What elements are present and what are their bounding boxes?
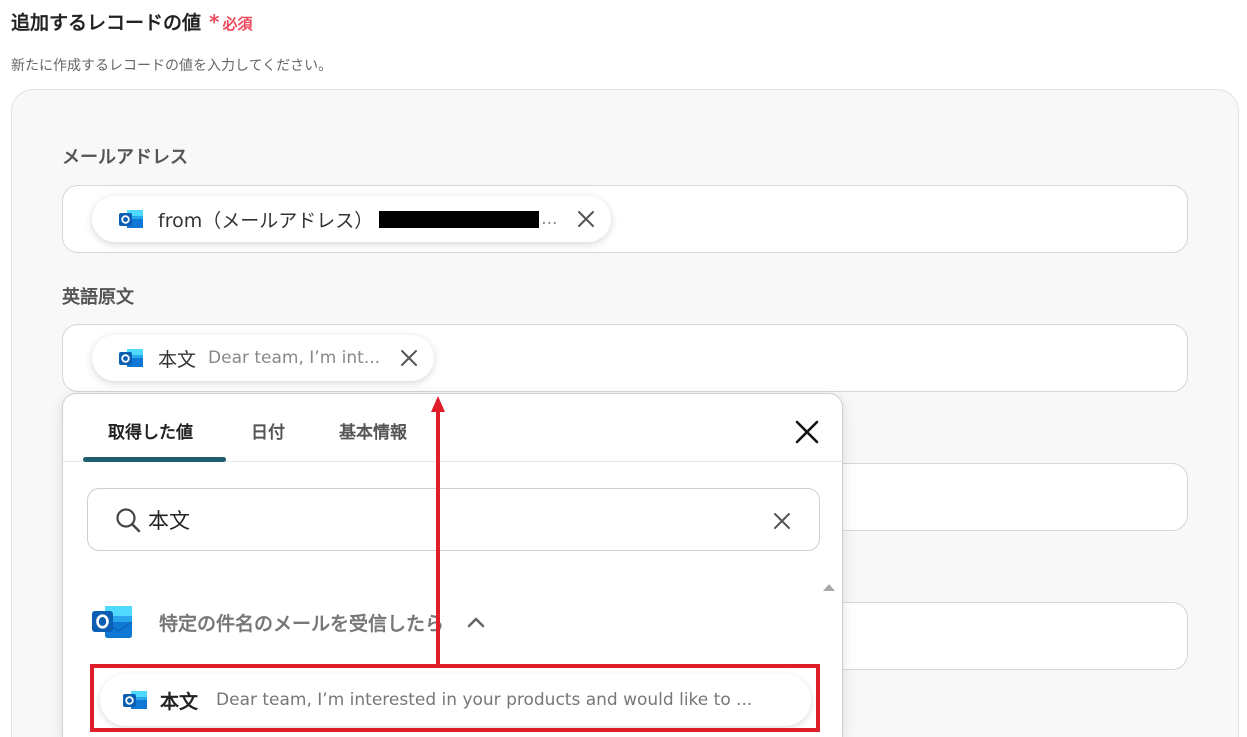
section-title-text: 追加するレコードの値	[11, 12, 202, 34]
close-icon[interactable]	[793, 418, 821, 446]
outlook-icon	[92, 606, 133, 638]
search-icon	[116, 508, 141, 533]
active-tab-indicator	[83, 457, 226, 462]
tab-basic-info[interactable]: 基本情報	[339, 418, 407, 443]
required-badge: * 必須	[209, 12, 252, 34]
redacted-value	[379, 210, 540, 228]
field-label-original-english: 英語原文	[62, 287, 134, 308]
picker-tabs: 取得した値 日付 基本情報	[63, 394, 842, 462]
tab-acquired-values[interactable]: 取得した値	[108, 418, 193, 443]
chip-ellipsis: ...	[541, 209, 558, 229]
trigger-group-header[interactable]: 特定の件名のメールを受信したら	[91, 600, 486, 644]
outlook-icon	[119, 349, 143, 367]
chip-label: 本文	[158, 348, 197, 371]
section-description: 新たに作成するレコードの値を入力してください。	[11, 58, 333, 74]
body-value-chip[interactable]: 本文 Dear team, I’m int...	[92, 335, 435, 381]
required-label: 必須	[222, 15, 253, 33]
remove-chip-icon[interactable]	[575, 208, 597, 230]
section-title: 追加するレコードの値 * 必須	[11, 8, 253, 35]
highlight-box	[90, 664, 820, 732]
chip-value: Dear team, I’m int...	[208, 348, 381, 368]
chevron-up-icon[interactable]	[466, 615, 486, 629]
tab-date[interactable]: 日付	[251, 418, 285, 443]
search-input[interactable]: 本文	[87, 488, 820, 551]
field-label-email: メールアドレス	[62, 147, 188, 168]
outlook-icon	[119, 210, 143, 228]
clear-search-icon[interactable]	[771, 510, 793, 532]
search-value: 本文	[148, 509, 190, 533]
remove-chip-icon[interactable]	[398, 347, 420, 369]
scroll-up-arrow-icon[interactable]	[822, 582, 836, 592]
email-value-chip[interactable]: from（メールアドレス） ...	[92, 196, 612, 242]
required-star: *	[209, 10, 220, 34]
group-label: 特定の件名のメールを受信したら	[159, 612, 445, 635]
chip-label: from（メールアドレス）	[158, 209, 374, 232]
